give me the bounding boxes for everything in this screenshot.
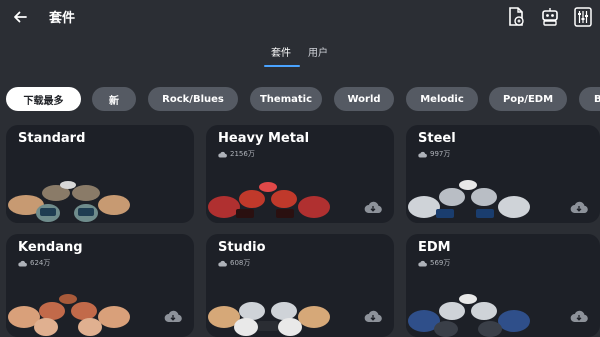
download-count: 2156万 [218, 149, 255, 159]
kit-card-steel[interactable]: Steel 997万 [406, 125, 600, 223]
cloud-icon [218, 151, 227, 158]
kit-preview-image [6, 277, 131, 337]
robot-icon[interactable] [540, 6, 560, 28]
tab-users[interactable]: 用户 [308, 44, 328, 59]
download-count: 997万 [418, 149, 450, 159]
back-arrow-icon[interactable] [10, 7, 30, 27]
kit-card-standard[interactable]: Standard [6, 125, 194, 223]
cloud-icon [218, 260, 227, 267]
cloud-icon [418, 151, 427, 158]
chip-b[interactable]: B [579, 87, 600, 111]
download-count: 624万 [18, 258, 50, 268]
kit-card-edm[interactable]: EDM 569万 [406, 234, 600, 337]
chip-world[interactable]: World [334, 87, 394, 111]
kit-card-heavy-metal[interactable]: Heavy Metal 2156万 [206, 125, 394, 223]
download-count: 569万 [418, 258, 450, 268]
kit-preview-image [6, 163, 131, 223]
kit-preview-image [406, 277, 531, 337]
download-icon[interactable] [364, 199, 382, 214]
kit-name: EDM [418, 240, 451, 255]
chip-rock-blues[interactable]: Rock/Blues [148, 87, 238, 111]
kit-preview-image [206, 163, 331, 223]
top-bar: 套件 [0, 0, 600, 34]
download-icon[interactable] [570, 308, 588, 323]
tab-indicator [264, 65, 300, 67]
chip-thematic[interactable]: Thematic [250, 87, 322, 111]
kit-card-studio[interactable]: Studio 608万 [206, 234, 394, 337]
kit-preview-image [406, 163, 531, 223]
category-chip-row: 下载最多 新 Rock/Blues Thematic World Melodic… [6, 87, 600, 111]
chip-new[interactable]: 新 [92, 87, 136, 111]
kit-name: Standard [18, 131, 86, 146]
download-count: 608万 [218, 258, 250, 268]
page-title: 套件 [49, 11, 76, 26]
kit-card-kendang[interactable]: Kendang 624万 [6, 234, 194, 337]
cloud-icon [418, 260, 427, 267]
kit-name: Steel [418, 131, 456, 146]
download-icon[interactable] [164, 308, 182, 323]
download-icon[interactable] [570, 199, 588, 214]
cloud-icon [18, 260, 27, 267]
kit-name: Heavy Metal [218, 131, 310, 146]
mixer-icon[interactable] [573, 6, 593, 28]
download-icon[interactable] [364, 308, 382, 323]
import-file-icon[interactable] [506, 6, 526, 28]
kit-name: Studio [218, 240, 266, 255]
kit-name: Kendang [18, 240, 83, 255]
kit-preview-image [206, 277, 331, 337]
chip-pop-edm[interactable]: Pop/EDM [489, 87, 567, 111]
tab-kits[interactable]: 套件 [271, 44, 291, 59]
chip-most-downloaded[interactable]: 下载最多 [6, 87, 81, 111]
chip-melodic[interactable]: Melodic [406, 87, 478, 111]
